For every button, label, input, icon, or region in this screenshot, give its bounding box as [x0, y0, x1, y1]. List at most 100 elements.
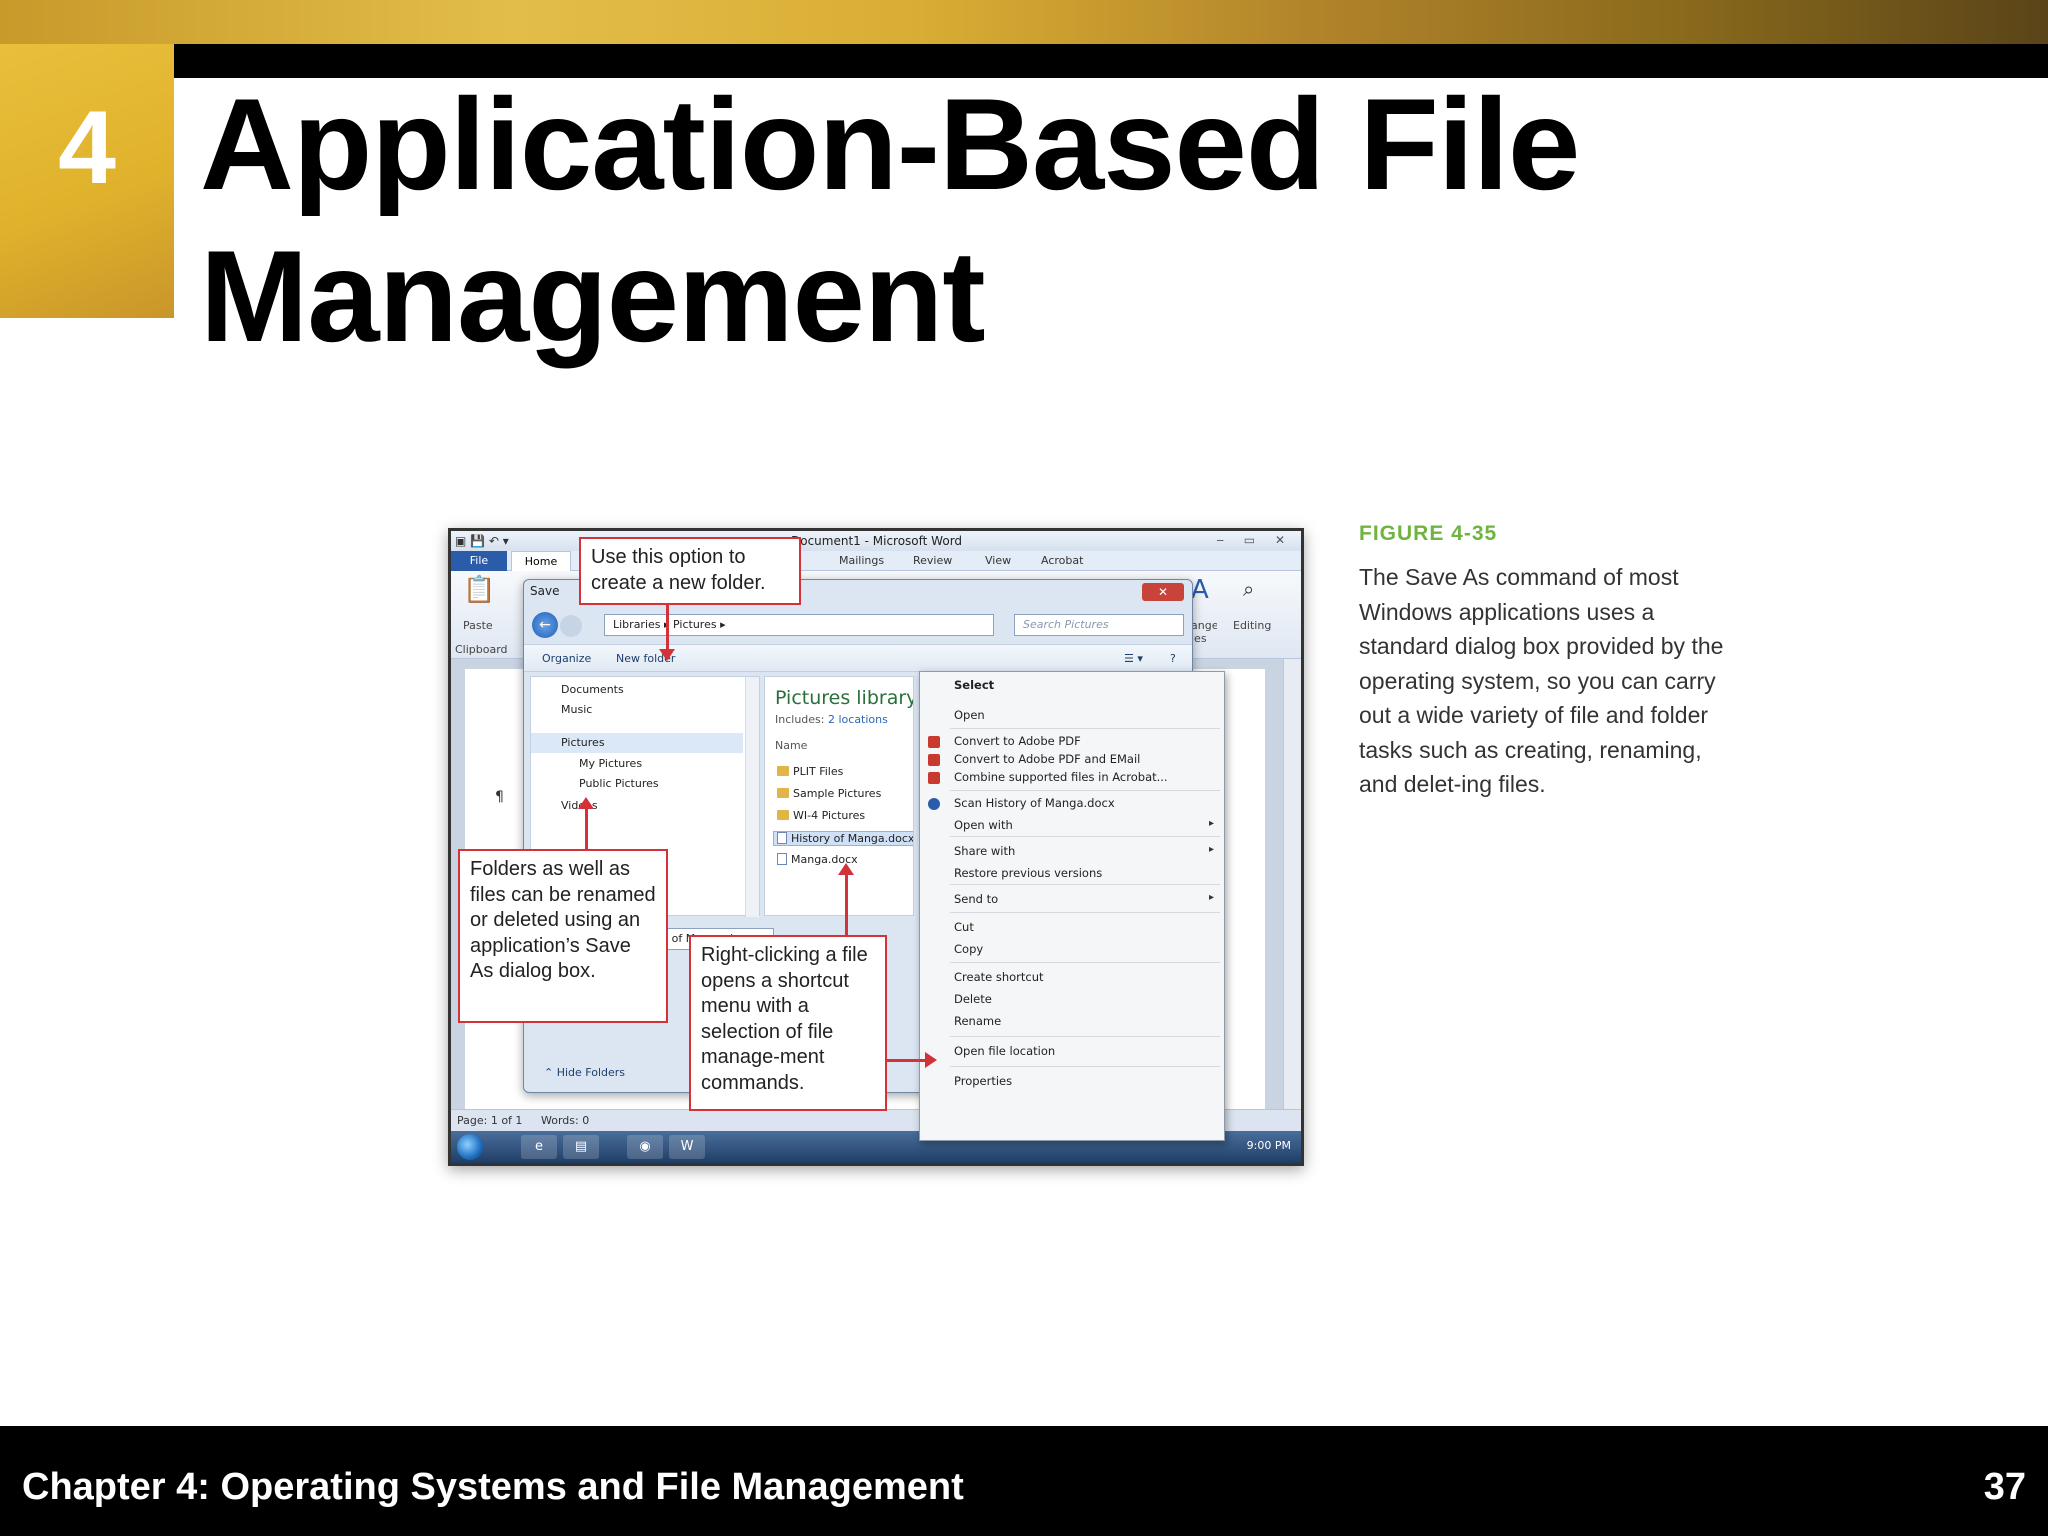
file-item-selected[interactable]: History of Manga.docx: [773, 831, 913, 846]
nav-documents[interactable]: Documents: [561, 683, 624, 696]
media-icon[interactable]: ◉: [627, 1135, 663, 1159]
callout-arrow-rename: [887, 1059, 927, 1062]
file-item-label: WI-4 Pictures: [793, 809, 866, 822]
breadcrumb-libraries[interactable]: Libraries: [613, 618, 661, 631]
page-count: Page: 1 of 1: [457, 1114, 523, 1127]
tab-home[interactable]: Home: [511, 551, 571, 571]
find-icon[interactable]: ⌕: [1243, 577, 1254, 601]
menu-item-open[interactable]: Open: [954, 708, 985, 722]
pdf-email-icon: [928, 754, 940, 766]
arrowhead-up-icon: [578, 797, 594, 809]
tab-acrobat[interactable]: Acrobat: [1041, 554, 1083, 567]
scan-icon: [928, 798, 940, 810]
menu-item-convert-pdf-email[interactable]: Convert to Adobe PDF and EMail: [954, 752, 1140, 766]
menu-item-share-with[interactable]: Share with: [954, 844, 1015, 858]
menu-item-send-to[interactable]: Send to: [954, 892, 998, 906]
nav-scrollbar[interactable]: [745, 677, 759, 917]
file-item[interactable]: Sample Pictures: [777, 787, 881, 800]
address-bar[interactable]: Libraries ▸ Pictures ▸: [604, 614, 994, 636]
footer-chapter-title: Chapter 4: Operating Systems and File Ma…: [22, 1466, 964, 1508]
tab-mailings[interactable]: Mailings: [839, 554, 884, 567]
menu-item-select[interactable]: Select: [954, 678, 994, 692]
breadcrumb-pictures[interactable]: Pictures: [673, 618, 717, 631]
explorer-icon[interactable]: ▤: [563, 1135, 599, 1159]
forward-button[interactable]: [560, 615, 582, 637]
slide-title-line2: Management: [200, 223, 986, 369]
menu-item-copy[interactable]: Copy: [954, 942, 983, 956]
chapter-number: 4: [58, 90, 116, 206]
figure-label: FIGURE 4-35: [1359, 522, 1498, 545]
menu-item-open-with[interactable]: Open with: [954, 818, 1013, 832]
submenu-arrow-icon: ▸: [1208, 818, 1214, 829]
submenu-arrow-icon: ▸: [1208, 844, 1214, 855]
callout-arrow-new-folder: [666, 605, 669, 653]
menu-separator: [950, 912, 1220, 913]
file-item[interactable]: WI-4 Pictures: [777, 809, 865, 822]
back-button[interactable]: ←: [532, 612, 558, 638]
locations-link[interactable]: 2 locations: [828, 713, 888, 726]
nav-pictures[interactable]: Pictures: [561, 736, 605, 749]
nav-music[interactable]: Music: [561, 703, 592, 716]
menu-separator: [950, 1036, 1220, 1037]
change-styles-label: ange les: [1191, 619, 1217, 645]
vertical-scrollbar[interactable]: [1283, 659, 1301, 1109]
menu-separator: [950, 836, 1220, 837]
nav-my-pictures[interactable]: My Pictures: [579, 757, 642, 770]
file-item[interactable]: PLIT Files: [777, 765, 843, 778]
arrowhead-down-icon: [659, 649, 675, 661]
menu-item-create-shortcut[interactable]: Create shortcut: [954, 970, 1044, 984]
word-count: Words: 0: [541, 1114, 590, 1127]
menu-separator: [950, 962, 1220, 963]
menu-item-open-file-location[interactable]: Open file location: [954, 1044, 1055, 1058]
word-taskbar-icon[interactable]: W: [669, 1135, 705, 1159]
slide-title-line1: Application-Based File: [200, 71, 1580, 217]
library-includes: Includes: 2 locations: [775, 713, 888, 726]
tab-file[interactable]: File: [451, 551, 507, 571]
file-item-label: Sample Pictures: [793, 787, 882, 800]
context-menu: Select Open Convert to Adobe PDF Convert…: [919, 671, 1225, 1141]
callout-arrow-folders: [585, 807, 588, 849]
library-title: Pictures library: [775, 687, 914, 709]
tab-view[interactable]: View: [985, 554, 1011, 567]
pdf-icon: [928, 736, 940, 748]
dialog-nav-buttons: ←: [532, 612, 598, 638]
tab-review[interactable]: Review: [913, 554, 952, 567]
footer-bar: Chapter 4: Operating Systems and File Ma…: [0, 1426, 2048, 1536]
callout-folders-rename: Folders as well as files can be renamed …: [458, 849, 668, 1023]
search-input[interactable]: Search Pictures: [1014, 614, 1184, 636]
menu-separator: [950, 884, 1220, 885]
dialog-toolbar: Organize New folder ☰ ▾ ?: [524, 644, 1192, 672]
slide-title: Application-Based File Management: [200, 68, 1900, 372]
hide-folders-button[interactable]: ⌃ Hide Folders: [544, 1066, 625, 1079]
menu-item-cut[interactable]: Cut: [954, 920, 974, 934]
paste-label: Paste: [463, 619, 493, 632]
top-gradient-band: [0, 0, 2048, 44]
menu-item-rename[interactable]: Rename: [954, 1014, 1001, 1028]
menu-item-properties[interactable]: Properties: [954, 1074, 1012, 1088]
menu-item-delete[interactable]: Delete: [954, 992, 992, 1006]
start-button[interactable]: [457, 1134, 483, 1160]
menu-item-convert-pdf[interactable]: Convert to Adobe PDF: [954, 734, 1081, 748]
menu-item-scan[interactable]: Scan History of Manga.docx: [954, 796, 1115, 810]
word-window-title: Document1 - Microsoft Word: [791, 534, 963, 548]
paste-icon[interactable]: 📋: [463, 575, 495, 605]
submenu-arrow-icon: ▸: [1208, 892, 1214, 903]
arrowhead-right-icon: [925, 1052, 937, 1068]
dialog-close-button[interactable]: ✕: [1142, 583, 1184, 601]
view-options-icon[interactable]: ☰ ▾: [1124, 652, 1143, 665]
callout-right-click: Right-clicking a file opens a shortcut m…: [689, 935, 887, 1111]
menu-item-combine-acrobat[interactable]: Combine supported files in Acrobat...: [954, 770, 1168, 784]
includes-label: Includes:: [775, 713, 825, 726]
menu-separator: [950, 790, 1220, 791]
column-name-header[interactable]: Name: [775, 739, 807, 752]
help-icon[interactable]: ?: [1170, 652, 1176, 665]
nav-public-pictures[interactable]: Public Pictures: [579, 777, 659, 790]
callout-new-folder: Use this option to create a new folder.: [579, 537, 801, 605]
organize-button[interactable]: Organize: [542, 652, 591, 665]
menu-item-restore-versions[interactable]: Restore previous versions: [954, 866, 1102, 880]
styles-icon[interactable]: A: [1191, 575, 1209, 605]
document-icon: [777, 853, 787, 865]
editing-label: Editing: [1233, 619, 1272, 632]
ie-icon[interactable]: e: [521, 1135, 557, 1159]
quick-access-icons: ▣ 💾 ↶ ▾: [455, 534, 509, 548]
